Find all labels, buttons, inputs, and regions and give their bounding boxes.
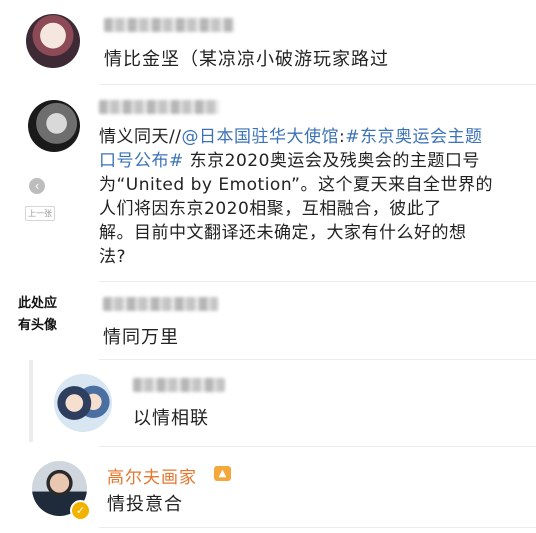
comment-line: 人们将因东京2020相聚，互相融合，彼此了	[99, 199, 442, 219]
comment-line: 为“United by Emotion”。这个夏天来自全世界的	[99, 175, 493, 195]
username[interactable]: 高尔夫画家	[107, 463, 197, 488]
comment-line: 法?	[99, 247, 127, 267]
comment-text: 以情相联	[133, 408, 209, 429]
comment-text: 情义同天//@日本国驻华大使馆:#东京奥运会主题 口号公布# 东京2020奥运会…	[99, 125, 493, 269]
divider	[99, 281, 536, 282]
avatar-text: 此处应	[18, 296, 58, 311]
divider	[99, 84, 536, 85]
hashtag-link[interactable]: 口号公布#	[99, 151, 184, 171]
comment-line: 情义同天//@日本国驻华大使馆:#东京奥运会主题	[99, 125, 482, 149]
vip-badge-icon: ▲	[214, 466, 231, 481]
hashtag-link[interactable]: #东京奥运会主题	[345, 127, 482, 147]
username-blurred[interactable]	[133, 378, 225, 392]
comment-text: 情投意合	[107, 494, 183, 515]
comment-text-prefix: 情义同天//	[99, 127, 182, 147]
divider	[99, 359, 536, 360]
divider	[99, 446, 536, 447]
comment-text: 情同万里	[103, 327, 179, 348]
comment-text: 情比金坚（某凉凉小破游玩家路过	[104, 49, 389, 70]
comment-line: 口号公布# 东京2020奥运会及残奥会的主题口号	[99, 149, 479, 173]
prev-label[interactable]: 上一张	[25, 206, 55, 221]
divider	[99, 527, 536, 528]
comment-line: 解。目前中文翻译还未确定，大家有什么好的想	[99, 223, 467, 243]
mention-link[interactable]: @日本国驻华大使馆	[181, 127, 339, 147]
chevron-left-icon[interactable]: ‹	[29, 178, 45, 194]
username-blurred[interactable]	[104, 18, 234, 32]
avatar-text: 有头像	[18, 318, 58, 333]
username-blurred[interactable]	[99, 100, 219, 114]
comment-text-segment: 东京2020奥运会及残奥会的主题口号	[183, 151, 480, 171]
verified-icon: ✓	[70, 500, 91, 521]
avatar[interactable]	[26, 14, 80, 68]
avatar[interactable]: 此处应 有头像	[18, 293, 88, 353]
username-blurred[interactable]	[103, 297, 218, 311]
avatar[interactable]	[28, 100, 80, 152]
quote-bar	[29, 360, 33, 442]
avatar[interactable]	[54, 374, 112, 432]
